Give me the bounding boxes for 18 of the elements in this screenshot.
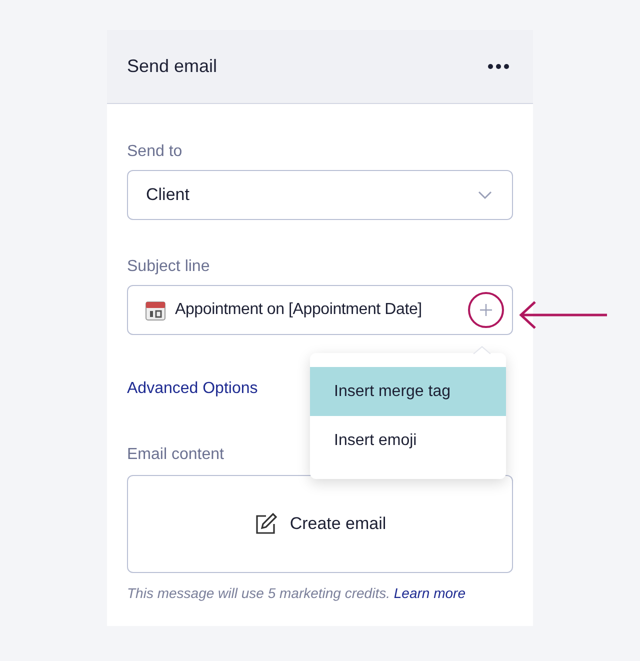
menu-item[interactable]: Insert merge tag — [310, 367, 506, 416]
advanced-options-link[interactable]: Advanced Options — [127, 377, 258, 401]
add-button[interactable] — [468, 292, 504, 328]
panel-title: Send email — [127, 55, 218, 78]
credits-note: This message will use 5 marketing credits. Learn more — [127, 584, 466, 603]
learn-more-link[interactable]: Learn more — [394, 585, 466, 601]
field-label: Email content — [127, 445, 224, 465]
field-label: Send to — [127, 142, 182, 162]
send-to-select[interactable]: Client — [127, 170, 513, 220]
calendar-icon — [145, 300, 166, 320]
edit-icon — [254, 512, 278, 536]
subject-field[interactable]: Appointment on [Appointment Date] — [127, 285, 513, 335]
plus-icon — [480, 304, 492, 316]
field-label: Subject line — [127, 257, 210, 277]
subject-value: Appointment on [Appointment Date] — [175, 300, 422, 320]
more-icon[interactable] — [488, 64, 509, 69]
chevron-down-icon — [477, 190, 493, 200]
menu-item[interactable]: Insert emoji — [310, 416, 506, 465]
